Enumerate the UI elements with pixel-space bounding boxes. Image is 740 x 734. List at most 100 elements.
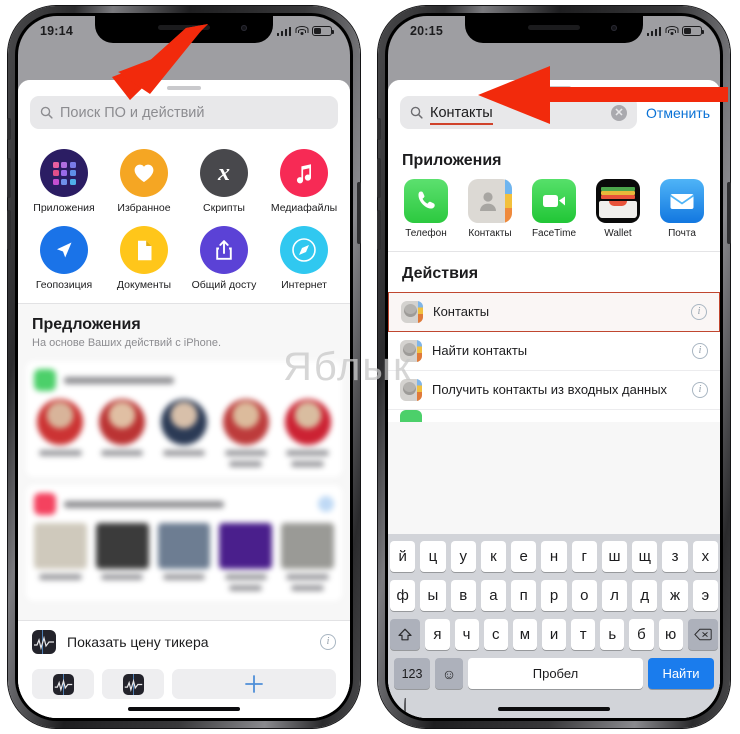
backspace-key[interactable]: [687, 619, 719, 650]
key-з[interactable]: з: [662, 541, 688, 572]
add-shortcut-button[interactable]: [172, 669, 336, 699]
category-scripts[interactable]: x Скрипты: [184, 149, 264, 214]
key-э[interactable]: э: [692, 580, 718, 611]
search-icon: [40, 106, 53, 119]
key-ы[interactable]: ы: [420, 580, 446, 611]
shift-key[interactable]: [389, 619, 421, 650]
key-ч[interactable]: ч: [454, 619, 479, 650]
key-ш[interactable]: ш: [601, 541, 628, 572]
tab-shortcut-1[interactable]: [32, 669, 94, 699]
suggestion-card-action[interactable]: [318, 496, 334, 512]
cancel-button[interactable]: Отменить: [646, 105, 710, 121]
key-й[interactable]: й: [390, 541, 416, 572]
key-о[interactable]: о: [571, 580, 597, 611]
volume-up-button[interactable]: [377, 158, 381, 198]
wallet-icon: [596, 179, 640, 223]
key-ж[interactable]: ж: [662, 580, 688, 611]
action-row-get-contacts-from-input[interactable]: Получить контакты из входных данных i: [388, 371, 720, 410]
list-item[interactable]: [34, 523, 87, 591]
space-key[interactable]: Пробел: [468, 658, 643, 689]
search-go-key[interactable]: Найти: [648, 658, 714, 689]
silent-switch[interactable]: [7, 118, 11, 140]
category-web[interactable]: Интернет: [264, 226, 344, 291]
category-apps[interactable]: Приложения: [24, 149, 104, 214]
globe-icon[interactable]: [404, 698, 406, 717]
action-row-find-contacts[interactable]: Найти контакты i: [388, 332, 720, 371]
app-result-wallet[interactable]: Wallet: [588, 179, 648, 239]
info-circle-icon[interactable]: i: [691, 304, 707, 320]
key-ь[interactable]: ь: [600, 619, 625, 650]
search-input[interactable]: Контакты ✕: [400, 96, 638, 129]
emoji-smiley-icon[interactable]: ☺: [435, 658, 463, 689]
app-result-facetime[interactable]: FaceTime: [524, 179, 584, 239]
key-г[interactable]: г: [571, 541, 597, 572]
silent-switch[interactable]: [377, 118, 381, 140]
key-и[interactable]: и: [541, 619, 567, 650]
ticker-action-row[interactable]: Показать цену тикера i: [18, 620, 350, 662]
tab-shortcut-2[interactable]: [102, 669, 164, 699]
key-щ[interactable]: щ: [632, 541, 658, 572]
list-item[interactable]: [157, 523, 211, 591]
key-б[interactable]: б: [629, 619, 654, 650]
suggestion-card-contacts[interactable]: [26, 361, 342, 477]
status-indicators: [276, 26, 335, 36]
key-с[interactable]: с: [483, 619, 508, 650]
info-circle-icon[interactable]: i: [692, 343, 708, 359]
key-ц[interactable]: ц: [420, 541, 446, 572]
numbers-key[interactable]: 123: [394, 658, 430, 689]
key-р[interactable]: р: [541, 580, 567, 611]
contacts-icon: [468, 179, 512, 223]
home-indicator[interactable]: [128, 707, 240, 711]
info-circle-icon[interactable]: i: [320, 633, 336, 650]
power-button[interactable]: [357, 182, 361, 244]
key-ю[interactable]: ю: [658, 619, 683, 650]
key-п[interactable]: п: [511, 580, 537, 611]
list-item[interactable]: [158, 399, 211, 467]
key-у[interactable]: у: [450, 541, 476, 572]
volume-down-button[interactable]: [377, 210, 381, 250]
list-item[interactable]: [281, 523, 334, 591]
sheet-grabber[interactable]: [537, 86, 571, 90]
key-д[interactable]: д: [632, 580, 658, 611]
action-row-partial[interactable]: [388, 410, 720, 422]
key-н[interactable]: н: [541, 541, 567, 572]
mail-icon: [660, 179, 704, 223]
key-е[interactable]: е: [511, 541, 537, 572]
key-к[interactable]: к: [480, 541, 507, 572]
category-favorites[interactable]: Избранное: [104, 149, 184, 214]
category-sharing[interactable]: Общий досту: [184, 226, 264, 291]
power-button[interactable]: [727, 182, 731, 244]
sheet-grabber[interactable]: [167, 86, 201, 90]
search-input[interactable]: Поиск ПО и действий: [30, 96, 338, 129]
key-т[interactable]: т: [571, 619, 596, 650]
app-result-mail[interactable]: Почта: [652, 179, 712, 239]
list-item[interactable]: [281, 399, 334, 467]
category-documents[interactable]: Документы: [104, 226, 184, 291]
app-result-contacts[interactable]: Контакты: [460, 179, 520, 239]
keyboard-row-4: 123 ☺ Пробел Найти: [390, 658, 718, 689]
category-media[interactable]: Медиафайлы: [264, 149, 344, 214]
key-в[interactable]: в: [450, 580, 476, 611]
info-circle-icon[interactable]: i: [692, 382, 708, 398]
key-а[interactable]: а: [480, 580, 507, 611]
signal-bars-icon: [646, 27, 661, 36]
category-location[interactable]: Геопозиция: [24, 226, 104, 291]
key-ф[interactable]: ф: [390, 580, 416, 611]
key-х[interactable]: х: [692, 541, 718, 572]
list-item[interactable]: [219, 523, 273, 591]
list-item[interactable]: [34, 399, 87, 467]
clear-circle-icon[interactable]: ✕: [611, 104, 628, 121]
battery-icon: [312, 26, 335, 36]
list-item[interactable]: [219, 399, 272, 467]
key-я[interactable]: я: [425, 619, 450, 650]
key-м[interactable]: м: [512, 619, 537, 650]
key-л[interactable]: л: [601, 580, 628, 611]
volume-up-button[interactable]: [7, 158, 11, 198]
action-row-contacts[interactable]: Контакты i: [388, 292, 720, 332]
list-item[interactable]: [95, 523, 149, 591]
suggestion-card-photos[interactable]: [26, 485, 342, 601]
home-indicator[interactable]: [498, 707, 610, 711]
app-result-phone[interactable]: Телефон: [396, 179, 456, 239]
list-item[interactable]: [96, 399, 149, 467]
volume-down-button[interactable]: [7, 210, 11, 250]
